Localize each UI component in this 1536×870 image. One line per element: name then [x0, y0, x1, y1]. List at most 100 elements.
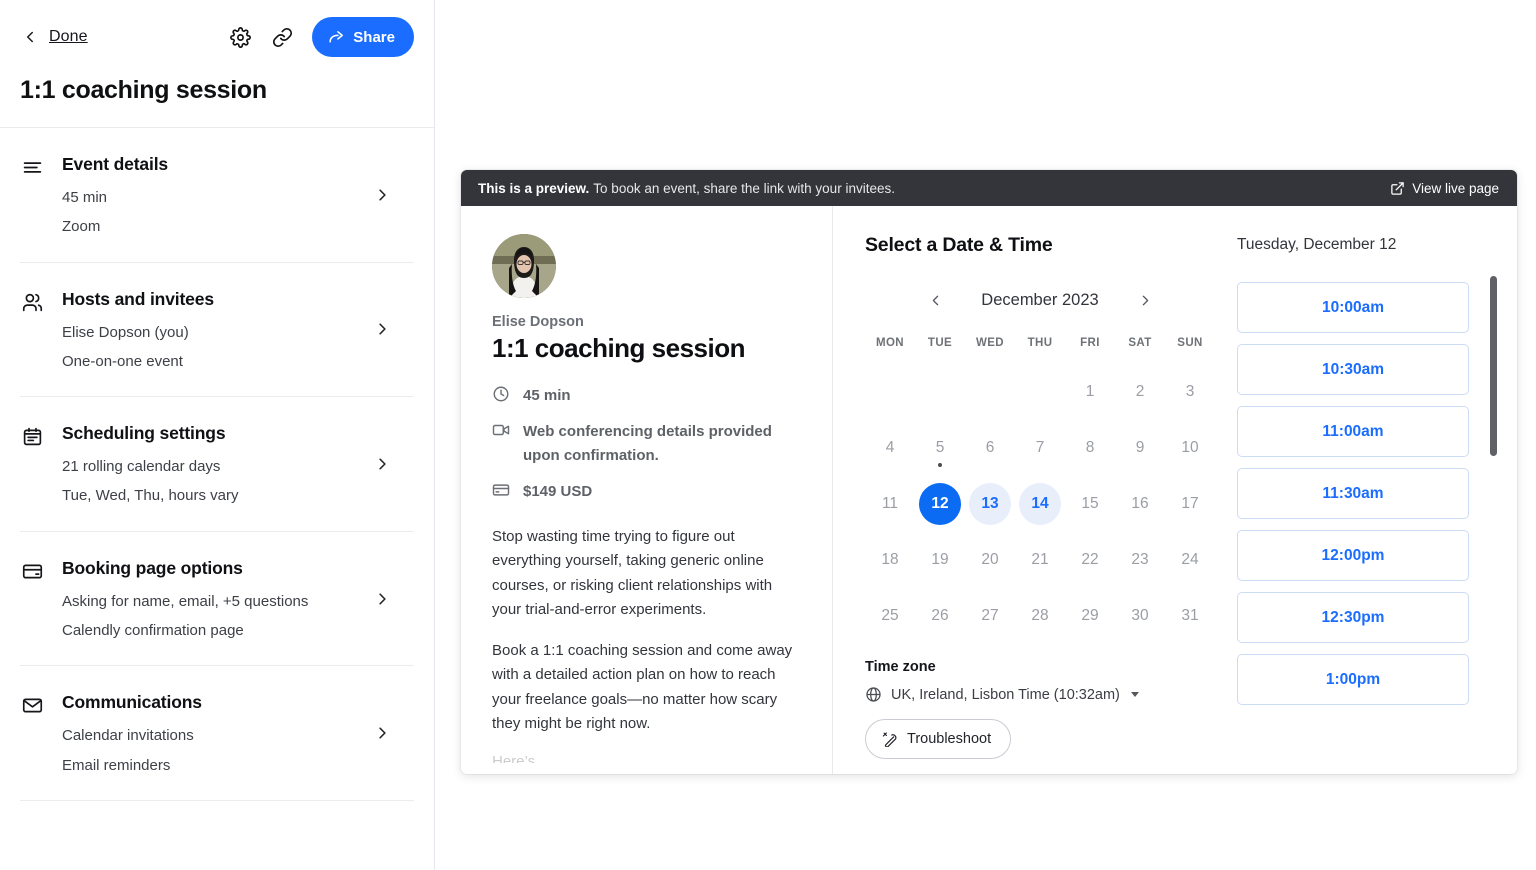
preview-event-title: 1:1 coaching session	[492, 333, 745, 363]
time-slot-button[interactable]: 10:00am	[1237, 282, 1469, 333]
calendar-day-23: 23	[1115, 535, 1165, 585]
event-description: Stop wasting time trying to figure out e…	[492, 525, 802, 763]
calendar-day-number: 21	[1031, 551, 1049, 568]
section-detail: 45 min	[62, 189, 108, 206]
meta-price-text: $149 USD	[523, 482, 593, 500]
calendar-day-22: 22	[1065, 535, 1115, 585]
time-slot-list: 10:00am 10:30am 11:00am 11:30am 12:00pm 12:30…	[1237, 282, 1469, 705]
done-button[interactable]: Done	[49, 28, 88, 46]
calendar-day-3: 3	[1165, 367, 1215, 417]
time-slot-button[interactable]: 11:00am	[1237, 406, 1469, 457]
calendar-grid: MON TUE WED THU FRI SAT SUN 1 2 3 4 5 6 7 8 9 10 11 12 13 14…	[865, 337, 1215, 641]
calendar-day-number: 17	[1181, 495, 1199, 512]
calendly-event-type-editor: Done Share 1:1 coaching session Event de…	[0, 0, 1536, 870]
calendar-day-number: 3	[1185, 383, 1195, 400]
calendar-day-number: 23	[1131, 551, 1149, 568]
calendar-day-number: 10	[1181, 439, 1199, 456]
time-slot-button[interactable]: 10:30am	[1237, 344, 1469, 395]
section-body: Scheduling settings 21 rolling calendar …	[62, 423, 414, 507]
calendar-day-2: 2	[1115, 367, 1165, 417]
time-slot-button[interactable]: 12:30pm	[1237, 592, 1469, 643]
chevron-right-icon[interactable]	[373, 589, 392, 608]
next-month-icon[interactable]	[1130, 285, 1160, 315]
time-slot-button[interactable]: 11:30am	[1237, 468, 1469, 519]
scheduler-panel: Select a Date & Time December 2023 MON TU…	[833, 206, 1517, 774]
calendar-day-number: 20	[981, 551, 999, 568]
sidebar-item-scheduling-settings[interactable]: Scheduling settings 21 rolling calendar …	[20, 397, 414, 532]
back-chevron-icon[interactable]	[20, 27, 40, 47]
section-detail: Elise Dopson (you)	[62, 323, 189, 341]
sidebar-item-hosts-and-invitees[interactable]: Hosts and invitees Elise Dopson (you) On…	[20, 263, 414, 398]
weekday-header: SUN	[1177, 337, 1203, 349]
list-icon	[20, 157, 44, 178]
section-detail: Calendly confirmation page	[62, 622, 244, 640]
timezone-selector[interactable]: UK, Ireland, Lisbon Time (10:32am)	[865, 686, 1215, 703]
time-slot-column: Tuesday, December 12 10:00am 10:30am 11:00…	[1215, 234, 1517, 774]
time-slot-scrollbar[interactable]	[1490, 276, 1497, 456]
sidebar-item-event-details[interactable]: Event details 45 min Zoom	[20, 128, 414, 263]
scheduler-heading: Select a Date & Time	[865, 234, 1053, 256]
chevron-right-icon[interactable]	[373, 454, 392, 473]
chevron-right-icon[interactable]	[373, 320, 392, 339]
link-icon[interactable]	[270, 25, 294, 49]
meta-price: $149 USD	[492, 480, 802, 503]
preview-banner-bold: This is a preview.	[478, 180, 590, 196]
calendar-day-number: 6	[985, 439, 995, 456]
calendar-day-12[interactable]: 12	[915, 479, 965, 529]
calendar-day-number: 15	[1081, 495, 1099, 512]
calendar-day-13[interactable]: 13	[965, 479, 1015, 529]
calendar-day-number: 19	[931, 551, 949, 568]
globe-icon	[865, 686, 882, 703]
calendar-day-31: 31	[1165, 591, 1215, 641]
host-name: Elise Dopson	[492, 314, 584, 330]
section-detail: Calendar invitations	[62, 727, 194, 745]
calendar-day-number: 24	[1181, 551, 1199, 568]
prev-month-icon[interactable]	[920, 285, 950, 315]
weekday-header: TUE	[927, 337, 953, 349]
calendar-blank-cell	[965, 367, 1015, 417]
calendar-day-7: 7	[1015, 423, 1065, 473]
section-title: Booking page options	[62, 557, 243, 578]
calendar-day-10: 10	[1165, 423, 1215, 473]
calendar-blank-cell	[915, 367, 965, 417]
troubleshoot-button[interactable]: Troubleshoot	[865, 719, 1012, 759]
calendar-day-number: 28	[1031, 607, 1049, 624]
calendar-day-number: 13	[969, 483, 1011, 525]
weekday-header: WED	[975, 337, 1005, 349]
time-slot-button[interactable]: 12:00pm	[1237, 530, 1469, 581]
timezone-block: Time zone UK, Ireland, Lisbon Time (10:3…	[865, 659, 1215, 759]
view-live-page-button[interactable]: View live page	[1390, 181, 1499, 196]
calendar-day-number: 2	[1135, 383, 1145, 400]
meta-duration: 45 min	[492, 384, 802, 407]
calendar-day-number: 8	[1085, 439, 1095, 456]
calendar-day-number: 31	[1181, 607, 1199, 624]
sidebar-header: Done Share 1:1 coaching session	[0, 0, 434, 127]
calendar-day-11: 11	[865, 479, 915, 529]
calendar-day-number: 1	[1085, 383, 1095, 400]
sidebar-item-communications[interactable]: Communications Calendar invitations Emai…	[20, 666, 414, 801]
section-body: Communications Calendar invitations Emai…	[62, 692, 414, 776]
preview-banner-text: To book an event, share the link with yo…	[593, 180, 895, 196]
gear-icon[interactable]	[228, 25, 252, 49]
card-icon	[20, 561, 44, 582]
external-link-icon	[1390, 181, 1405, 196]
calendar-day-21: 21	[1015, 535, 1065, 585]
clock-icon	[492, 385, 514, 403]
calendar-day-14[interactable]: 14	[1015, 479, 1065, 529]
share-button[interactable]: Share	[312, 17, 414, 57]
calendar-day-6: 6	[965, 423, 1015, 473]
calendar-day-number: 7	[1035, 439, 1045, 456]
calendar-day-4: 4	[865, 423, 915, 473]
calendar-day-27: 27	[965, 591, 1015, 641]
sidebar-item-booking-page-options[interactable]: Booking page options Asking for name, em…	[20, 532, 414, 667]
sidebar-sections: Event details 45 min Zoom Hosts and invi…	[0, 128, 434, 870]
calendar-day-18: 18	[865, 535, 915, 585]
time-slot-button[interactable]: 1:00pm	[1237, 654, 1469, 705]
chevron-right-icon[interactable]	[373, 724, 392, 743]
description-paragraph: Book a 1:1 coaching session and come awa…	[492, 642, 793, 733]
description-paragraph: Stop wasting time trying to figure out e…	[492, 528, 773, 618]
calendar-day-26: 26	[915, 591, 965, 641]
preview-area: This is a preview. To book an event, sha…	[435, 0, 1536, 870]
chevron-right-icon[interactable]	[373, 185, 392, 204]
calendar-day-16: 16	[1115, 479, 1165, 529]
